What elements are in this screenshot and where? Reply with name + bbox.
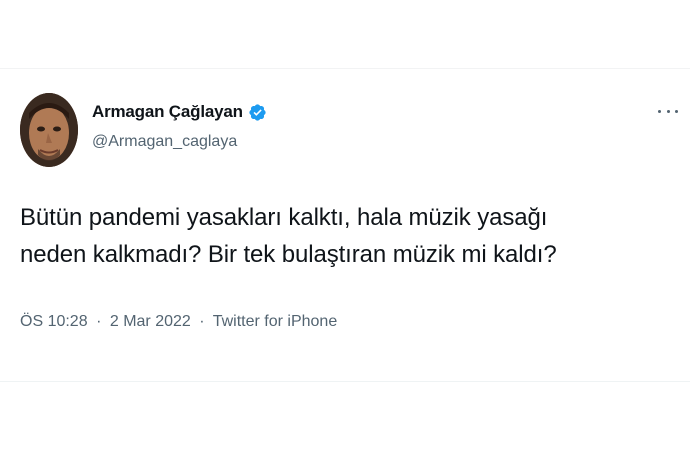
- display-name-row[interactable]: Armagan Çağlayan: [92, 101, 267, 123]
- tweet-time[interactable]: ÖS 10:28: [20, 313, 88, 330]
- meta-separator: ·: [96, 313, 102, 330]
- tweet-date[interactable]: 2 Mar 2022: [110, 313, 191, 330]
- verified-badge-icon: [248, 103, 267, 122]
- tweet-text-line: neden kalkmadı? Bir tek bulaştıran müzik…: [20, 241, 557, 268]
- meta-separator: ·: [199, 313, 205, 330]
- display-name[interactable]: Armagan Çağlayan: [92, 102, 243, 122]
- more-options-icon[interactable]: [658, 105, 678, 117]
- tweet-text-line: Bütün pandemi yasakları kalktı, hala müz…: [20, 204, 548, 231]
- user-handle[interactable]: @Armagan_caglaya: [92, 133, 237, 151]
- tweet-meta: ÖS 10:28 · 2 Mar 2022 · Twitter for iPho…: [20, 313, 337, 331]
- avatar[interactable]: [20, 93, 78, 167]
- tweet-source[interactable]: Twitter for iPhone: [213, 313, 338, 330]
- tweet-text: Bütün pandemi yasakları kalktı, hala müz…: [20, 199, 660, 273]
- tweet-card[interactable]: Armagan Çağlayan @Armagan_caglaya Bütün …: [0, 68, 690, 382]
